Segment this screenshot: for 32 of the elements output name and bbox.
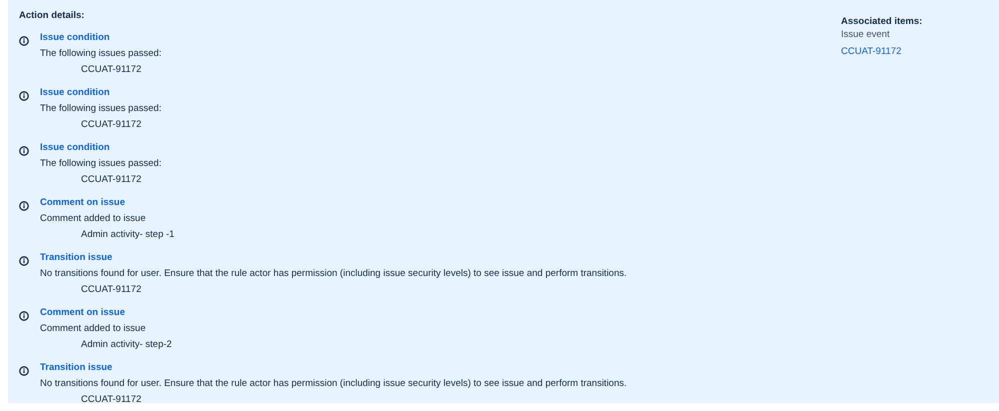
info-icon [19, 201, 29, 211]
action-title-link[interactable]: Transition issue [40, 250, 112, 266]
action-title-link[interactable]: Comment on issue [40, 195, 125, 211]
action-title-link[interactable]: Transition issue [40, 360, 112, 376]
action-description: Comment added to issue [40, 322, 147, 336]
action-description: The following issues passed: [40, 157, 162, 171]
action-detail: CCUAT-91172 [80, 63, 142, 77]
info-icon [19, 36, 29, 46]
info-icon [19, 91, 29, 101]
info-icon [19, 366, 29, 376]
action-detail: CCUAT-91172 [80, 283, 142, 297]
action-description: The following issues passed: [40, 102, 162, 116]
issue-link[interactable]: CCUAT-91172 [841, 46, 902, 57]
item-label: Issue event [841, 29, 891, 41]
info-icon [19, 256, 29, 266]
action-description: The following issues passed: [40, 47, 162, 61]
action-title-link[interactable]: Issue condition [40, 140, 110, 156]
action-description: Comment added to issue [40, 212, 147, 226]
action-detail: CCUAT-91172 [80, 393, 142, 403]
action-title-link[interactable]: Issue condition [40, 30, 110, 46]
action-description: No transitions found for user. Ensure that the rule actor has permission (including issue security levels) to see issue and perform transitions. [40, 377, 627, 391]
section-heading: Action details: [19, 9, 86, 23]
info-icon [19, 311, 29, 321]
section-heading: Associated items: [841, 15, 922, 29]
action-description: No transitions found for user. Ensure that the rule actor has permission (including issue security levels) to see issue and perform transitions. [40, 267, 627, 281]
action-detail: Admin activity- step -1 [80, 228, 174, 242]
action-title-link[interactable]: Issue condition [40, 85, 110, 101]
info-icon [19, 146, 29, 156]
action-detail: CCUAT-91172 [80, 118, 142, 132]
action-title-link[interactable]: Comment on issue [40, 305, 125, 321]
action-detail: Admin activity- step-2 [80, 338, 172, 352]
action-detail: CCUAT-91172 [80, 173, 142, 187]
